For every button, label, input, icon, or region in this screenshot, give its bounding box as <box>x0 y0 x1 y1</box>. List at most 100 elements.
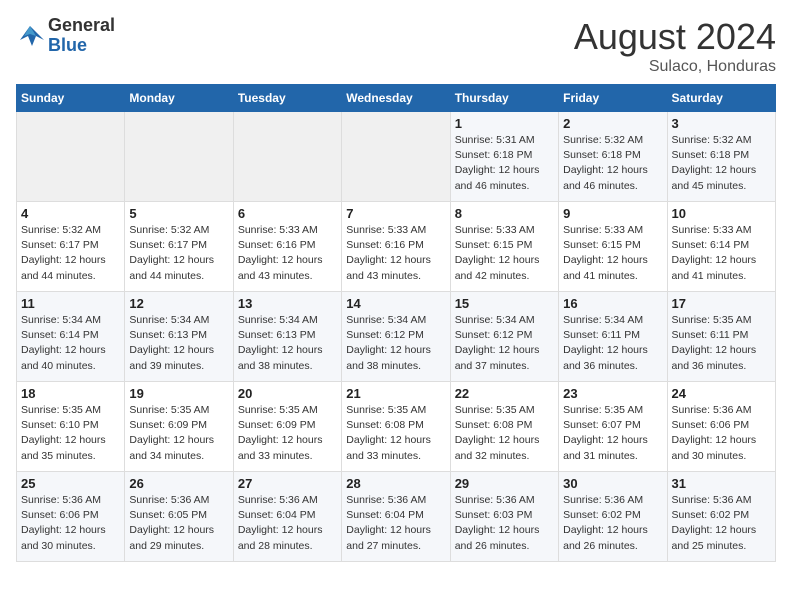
day-detail: Sunrise: 5:34 AM Sunset: 6:14 PM Dayligh… <box>21 313 120 374</box>
day-number: 11 <box>21 296 120 311</box>
calendar-cell: 30 Sunrise: 5:36 AM Sunset: 6:02 PM Dayli… <box>559 472 667 562</box>
calendar-cell: 9 Sunrise: 5:33 AM Sunset: 6:15 PM Daylig… <box>559 202 667 292</box>
day-number: 27 <box>238 476 337 491</box>
calendar-cell: 5Sunrise: 5:32 AM Sunset: 6:17 PM Daylig… <box>125 202 233 292</box>
calendar-cell: 15 Sunrise: 5:34 AM Sunset: 6:12 PM Dayli… <box>450 292 558 382</box>
calendar-cell: 24Sunrise: 5:36 AM Sunset: 6:06 PM Dayli… <box>667 382 775 472</box>
day-number: 22 <box>455 386 554 401</box>
header-friday: Friday <box>559 85 667 112</box>
day-detail: Sunrise: 5:32 AM Sunset: 6:17 PM Dayligh… <box>129 223 228 284</box>
calendar-cell: 8 Sunrise: 5:33 AM Sunset: 6:15 PM Daylig… <box>450 202 558 292</box>
day-number: 4 <box>21 206 120 221</box>
calendar-cell: 23 Sunrise: 5:35 AM Sunset: 6:07 PM Dayli… <box>559 382 667 472</box>
calendar-cell: 10Sunrise: 5:33 AM Sunset: 6:14 PM Dayli… <box>667 202 775 292</box>
day-number: 14 <box>346 296 445 311</box>
day-number: 15 <box>455 296 554 311</box>
day-number: 1 <box>455 116 554 131</box>
week-row-4: 18 Sunrise: 5:35 AM Sunset: 6:10 PM Dayli… <box>17 382 776 472</box>
day-number: 12 <box>129 296 228 311</box>
calendar-cell: 28Sunrise: 5:36 AM Sunset: 6:04 PM Dayli… <box>342 472 450 562</box>
day-number: 3 <box>672 116 771 131</box>
day-detail: Sunrise: 5:31 AM Sunset: 6:18 PM Dayligh… <box>455 133 554 194</box>
calendar-cell: 4 Sunrise: 5:32 AM Sunset: 6:17 PM Daylig… <box>17 202 125 292</box>
day-detail: Sunrise: 5:33 AM Sunset: 6:15 PM Dayligh… <box>455 223 554 284</box>
week-row-3: 11 Sunrise: 5:34 AM Sunset: 6:14 PM Dayli… <box>17 292 776 382</box>
day-number: 13 <box>238 296 337 311</box>
day-detail: Sunrise: 5:32 AM Sunset: 6:17 PM Dayligh… <box>21 223 120 284</box>
calendar-cell: 22 Sunrise: 5:35 AM Sunset: 6:08 PM Dayli… <box>450 382 558 472</box>
calendar-header-row: SundayMondayTuesdayWednesdayThursdayFrid… <box>17 85 776 112</box>
day-number: 7 <box>346 206 445 221</box>
calendar-cell: 12Sunrise: 5:34 AM Sunset: 6:13 PM Dayli… <box>125 292 233 382</box>
header-monday: Monday <box>125 85 233 112</box>
day-detail: Sunrise: 5:34 AM Sunset: 6:11 PM Dayligh… <box>563 313 662 374</box>
day-detail: Sunrise: 5:32 AM Sunset: 6:18 PM Dayligh… <box>672 133 771 194</box>
day-detail: Sunrise: 5:36 AM Sunset: 6:04 PM Dayligh… <box>346 493 445 554</box>
main-title: August 2024 <box>574 16 776 58</box>
day-number: 16 <box>563 296 662 311</box>
calendar-cell: 20Sunrise: 5:35 AM Sunset: 6:09 PM Dayli… <box>233 382 341 472</box>
day-number: 23 <box>563 386 662 401</box>
header-sunday: Sunday <box>17 85 125 112</box>
day-number: 8 <box>455 206 554 221</box>
day-number: 25 <box>21 476 120 491</box>
day-number: 30 <box>563 476 662 491</box>
calendar-cell: 18 Sunrise: 5:35 AM Sunset: 6:10 PM Dayli… <box>17 382 125 472</box>
calendar-cell: 29Sunrise: 5:36 AM Sunset: 6:03 PM Dayli… <box>450 472 558 562</box>
calendar-cell <box>233 112 341 202</box>
day-number: 2 <box>563 116 662 131</box>
day-detail: Sunrise: 5:35 AM Sunset: 6:09 PM Dayligh… <box>238 403 337 464</box>
page-header: General Blue August 2024 Sulaco, Hondura… <box>16 16 776 76</box>
day-detail: Sunrise: 5:35 AM Sunset: 6:07 PM Dayligh… <box>563 403 662 464</box>
day-number: 19 <box>129 386 228 401</box>
day-detail: Sunrise: 5:35 AM Sunset: 6:09 PM Dayligh… <box>129 403 228 464</box>
calendar-cell: 19 Sunrise: 5:35 AM Sunset: 6:09 PM Dayli… <box>125 382 233 472</box>
day-number: 24 <box>672 386 771 401</box>
day-number: 9 <box>563 206 662 221</box>
day-detail: Sunrise: 5:34 AM Sunset: 6:13 PM Dayligh… <box>238 313 337 374</box>
day-detail: Sunrise: 5:36 AM Sunset: 6:02 PM Dayligh… <box>563 493 662 554</box>
day-detail: Sunrise: 5:36 AM Sunset: 6:03 PM Dayligh… <box>455 493 554 554</box>
week-row-2: 4 Sunrise: 5:32 AM Sunset: 6:17 PM Daylig… <box>17 202 776 292</box>
calendar-cell <box>125 112 233 202</box>
day-number: 21 <box>346 386 445 401</box>
day-detail: Sunrise: 5:36 AM Sunset: 6:04 PM Dayligh… <box>238 493 337 554</box>
calendar-cell: 3 Sunrise: 5:32 AM Sunset: 6:18 PM Daylig… <box>667 112 775 202</box>
day-detail: Sunrise: 5:34 AM Sunset: 6:12 PM Dayligh… <box>455 313 554 374</box>
logo: General Blue <box>16 16 115 56</box>
day-detail: Sunrise: 5:36 AM Sunset: 6:06 PM Dayligh… <box>21 493 120 554</box>
calendar-cell: 25 Sunrise: 5:36 AM Sunset: 6:06 PM Dayli… <box>17 472 125 562</box>
calendar-cell <box>17 112 125 202</box>
calendar-cell: 11 Sunrise: 5:34 AM Sunset: 6:14 PM Dayli… <box>17 292 125 382</box>
calendar-cell: 13 Sunrise: 5:34 AM Sunset: 6:13 PM Dayli… <box>233 292 341 382</box>
day-detail: Sunrise: 5:34 AM Sunset: 6:12 PM Dayligh… <box>346 313 445 374</box>
calendar-table: SundayMondayTuesdayWednesdayThursdayFrid… <box>16 84 776 562</box>
day-detail: Sunrise: 5:33 AM Sunset: 6:16 PM Dayligh… <box>346 223 445 284</box>
logo-general: General <box>48 16 115 36</box>
day-number: 17 <box>672 296 771 311</box>
calendar-cell: 16 Sunrise: 5:34 AM Sunset: 6:11 PM Dayli… <box>559 292 667 382</box>
calendar-cell: 7 Sunrise: 5:33 AM Sunset: 6:16 PM Daylig… <box>342 202 450 292</box>
calendar-cell: 6 Sunrise: 5:33 AM Sunset: 6:16 PM Daylig… <box>233 202 341 292</box>
day-number: 18 <box>21 386 120 401</box>
day-detail: Sunrise: 5:36 AM Sunset: 6:02 PM Dayligh… <box>672 493 771 554</box>
day-detail: Sunrise: 5:35 AM Sunset: 6:10 PM Dayligh… <box>21 403 120 464</box>
day-number: 26 <box>129 476 228 491</box>
calendar-cell: 14 Sunrise: 5:34 AM Sunset: 6:12 PM Dayli… <box>342 292 450 382</box>
week-row-1: 1 Sunrise: 5:31 AM Sunset: 6:18 PM Daylig… <box>17 112 776 202</box>
header-wednesday: Wednesday <box>342 85 450 112</box>
day-detail: Sunrise: 5:33 AM Sunset: 6:16 PM Dayligh… <box>238 223 337 284</box>
day-number: 6 <box>238 206 337 221</box>
calendar-cell <box>342 112 450 202</box>
calendar-cell: 21Sunrise: 5:35 AM Sunset: 6:08 PM Dayli… <box>342 382 450 472</box>
week-row-5: 25 Sunrise: 5:36 AM Sunset: 6:06 PM Dayli… <box>17 472 776 562</box>
calendar-cell: 26Sunrise: 5:36 AM Sunset: 6:05 PM Dayli… <box>125 472 233 562</box>
calendar-cell: 31 Sunrise: 5:36 AM Sunset: 6:02 PM Dayli… <box>667 472 775 562</box>
calendar-cell: 17Sunrise: 5:35 AM Sunset: 6:11 PM Dayli… <box>667 292 775 382</box>
day-number: 31 <box>672 476 771 491</box>
day-detail: Sunrise: 5:35 AM Sunset: 6:08 PM Dayligh… <box>455 403 554 464</box>
day-detail: Sunrise: 5:33 AM Sunset: 6:14 PM Dayligh… <box>672 223 771 284</box>
header-tuesday: Tuesday <box>233 85 341 112</box>
day-detail: Sunrise: 5:33 AM Sunset: 6:15 PM Dayligh… <box>563 223 662 284</box>
logo-bird-icon <box>16 22 44 50</box>
